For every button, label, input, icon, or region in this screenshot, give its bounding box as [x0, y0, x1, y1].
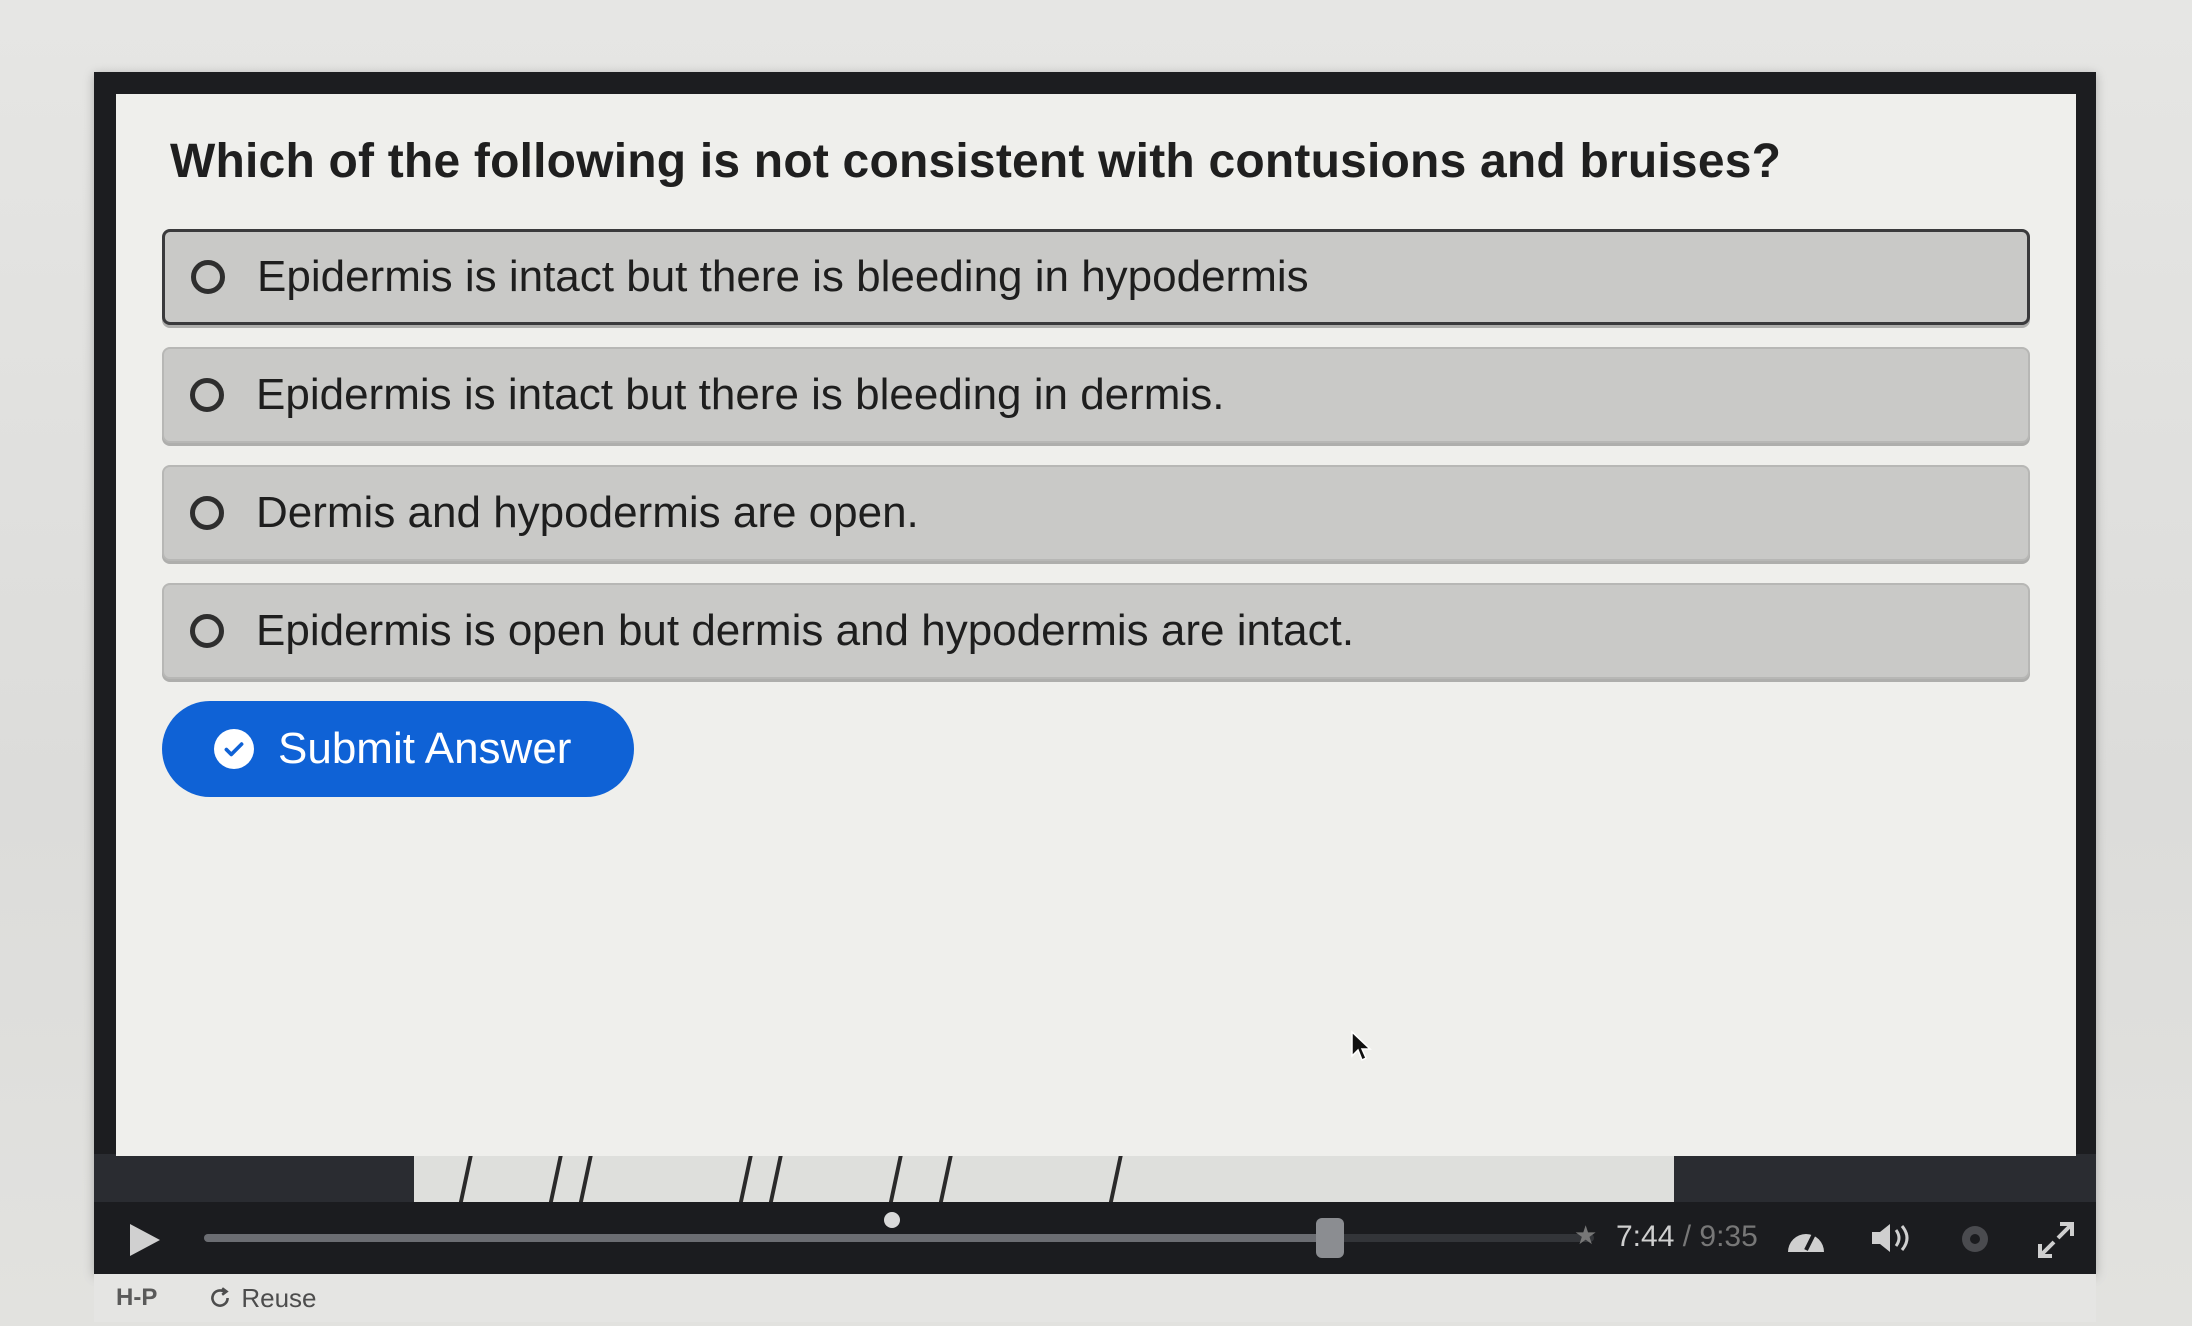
radio-icon[interactable] — [191, 260, 225, 294]
submit-answer-button[interactable]: Submit Answer — [162, 701, 634, 797]
time-separator: / — [1674, 1220, 1700, 1253]
answer-option-2[interactable]: Epidermis is intact but there is bleedin… — [162, 347, 2030, 443]
seek-bar-progress — [204, 1234, 1330, 1242]
interactive-video-player: Which of the following is not consistent… — [94, 72, 2096, 1274]
answer-option-label: Epidermis is intact but there is bleedin… — [256, 370, 1225, 419]
h5p-logo: H-P — [116, 1284, 158, 1311]
seek-bar[interactable]: ★ — [204, 1212, 1597, 1258]
answer-option-1[interactable]: Epidermis is intact but there is bleedin… — [162, 229, 2030, 325]
quiz-panel: Which of the following is not consistent… — [116, 94, 2076, 1156]
radio-icon[interactable] — [190, 378, 224, 412]
reuse-icon — [211, 1287, 230, 1307]
speed-icon[interactable] — [1784, 1220, 1828, 1261]
seek-handle[interactable] — [1315, 1218, 1344, 1258]
fullscreen-icon[interactable] — [2036, 1220, 2076, 1265]
answer-option-label: Epidermis is open but dermis and hypoder… — [256, 606, 1355, 655]
answer-options: Epidermis is intact but there is bleedin… — [162, 229, 2030, 679]
bookmark-star-icon[interactable]: ★ — [1574, 1220, 1597, 1251]
video-sketch — [414, 1154, 1674, 1202]
question-text: Which of the following is not consistent… — [170, 135, 1782, 188]
answer-option-label: Dermis and hypodermis are open. — [256, 488, 919, 537]
time-display: 7:44 / 9:35 — [1616, 1220, 1758, 1254]
check-circle-icon — [214, 729, 254, 769]
answer-option-4[interactable]: Epidermis is open but dermis and hypoder… — [162, 583, 2030, 679]
reuse-label: Reuse — [241, 1282, 317, 1313]
radio-icon[interactable] — [190, 496, 224, 530]
total-time: 9:35 — [1699, 1220, 1758, 1253]
radio-icon[interactable] — [190, 614, 224, 648]
h5p-footer: H-P Reuse — [94, 1274, 2096, 1322]
answer-option-label: Epidermis is intact but there is bleedin… — [257, 252, 1309, 301]
interaction-marker[interactable] — [884, 1212, 900, 1228]
mouse-cursor-icon — [1350, 1030, 1372, 1069]
reuse-button[interactable]: Reuse — [207, 1282, 317, 1314]
answer-option-3[interactable]: Dermis and hypodermis are open. — [162, 465, 2030, 561]
current-time: 7:44 — [1616, 1220, 1675, 1253]
gear-icon[interactable] — [1956, 1220, 1994, 1263]
submit-answer-label: Submit Answer — [278, 724, 572, 773]
video-frame-preview — [94, 1154, 2096, 1202]
play-icon[interactable] — [124, 1220, 164, 1265]
volume-icon[interactable] — [1870, 1220, 1916, 1261]
player-controls: ★ 7:44 / 9:35 — [94, 1202, 2096, 1274]
